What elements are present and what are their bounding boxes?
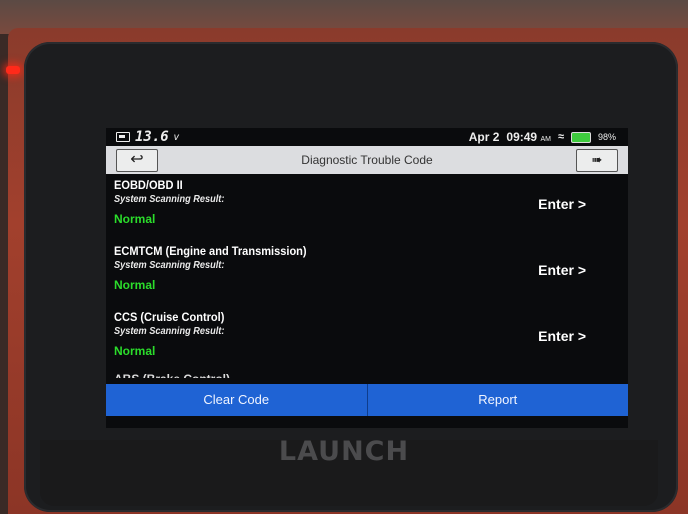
status-bar: 13.6 v Apr 2 09:49 AM ≈ 98% bbox=[106, 128, 628, 146]
status-time: 09:49 AM bbox=[506, 130, 551, 144]
system-name: ECMTCM (Engine and Transmission) bbox=[114, 244, 307, 258]
brand-logo: LAUNCH bbox=[278, 436, 410, 467]
exit-button[interactable]: ➠ bbox=[576, 149, 618, 172]
list-item[interactable]: EOBD/OBD II System Scanning Result: Norm… bbox=[106, 174, 628, 240]
page-title: Diagnostic Trouble Code bbox=[301, 153, 433, 167]
list-item[interactable]: CCS (Cruise Control) System Scanning Res… bbox=[106, 306, 628, 372]
wifi-icon: ≈ bbox=[557, 131, 564, 143]
partial-system-name[interactable]: ABS (Brake Control) bbox=[114, 372, 230, 378]
enter-button[interactable]: Enter > bbox=[538, 328, 586, 344]
clear-code-button[interactable]: Clear Code bbox=[106, 384, 367, 416]
scan-result-status: Normal bbox=[114, 212, 156, 226]
title-bar: ↩ Diagnostic Trouble Code ➠ bbox=[106, 146, 628, 174]
exit-icon: ➠ bbox=[591, 152, 603, 167]
scan-result-label: System Scanning Result: bbox=[114, 326, 225, 337]
battery-percent: 98% bbox=[597, 132, 616, 142]
scan-result-label: System Scanning Result: bbox=[114, 194, 225, 205]
scan-result-status: Normal bbox=[114, 344, 156, 358]
enter-button[interactable]: Enter > bbox=[538, 262, 586, 278]
bottom-action-bar: Clear Code Report bbox=[106, 384, 628, 416]
system-list: EOBD/OBD II System Scanning Result: Norm… bbox=[106, 174, 628, 384]
enter-button[interactable]: Enter > bbox=[538, 196, 586, 212]
list-item[interactable]: ECMTCM (Engine and Transmission) System … bbox=[106, 240, 628, 306]
screen: 13.6 v Apr 2 09:49 AM ≈ 98% ↩ Diagnostic… bbox=[106, 128, 628, 428]
car-battery-icon bbox=[116, 132, 130, 142]
report-button[interactable]: Report bbox=[368, 384, 629, 416]
voltage-unit: v bbox=[173, 131, 179, 143]
battery-icon bbox=[570, 131, 591, 143]
scan-result-label: System Scanning Result: bbox=[114, 260, 225, 271]
voltage-readout: 13.6 bbox=[135, 129, 169, 145]
scan-result-status: Normal bbox=[114, 278, 156, 292]
system-name: EOBD/OBD II bbox=[114, 178, 183, 192]
system-name: CCS (Cruise Control) bbox=[114, 310, 225, 324]
status-date: Apr 2 bbox=[468, 130, 500, 144]
power-led bbox=[6, 66, 20, 74]
